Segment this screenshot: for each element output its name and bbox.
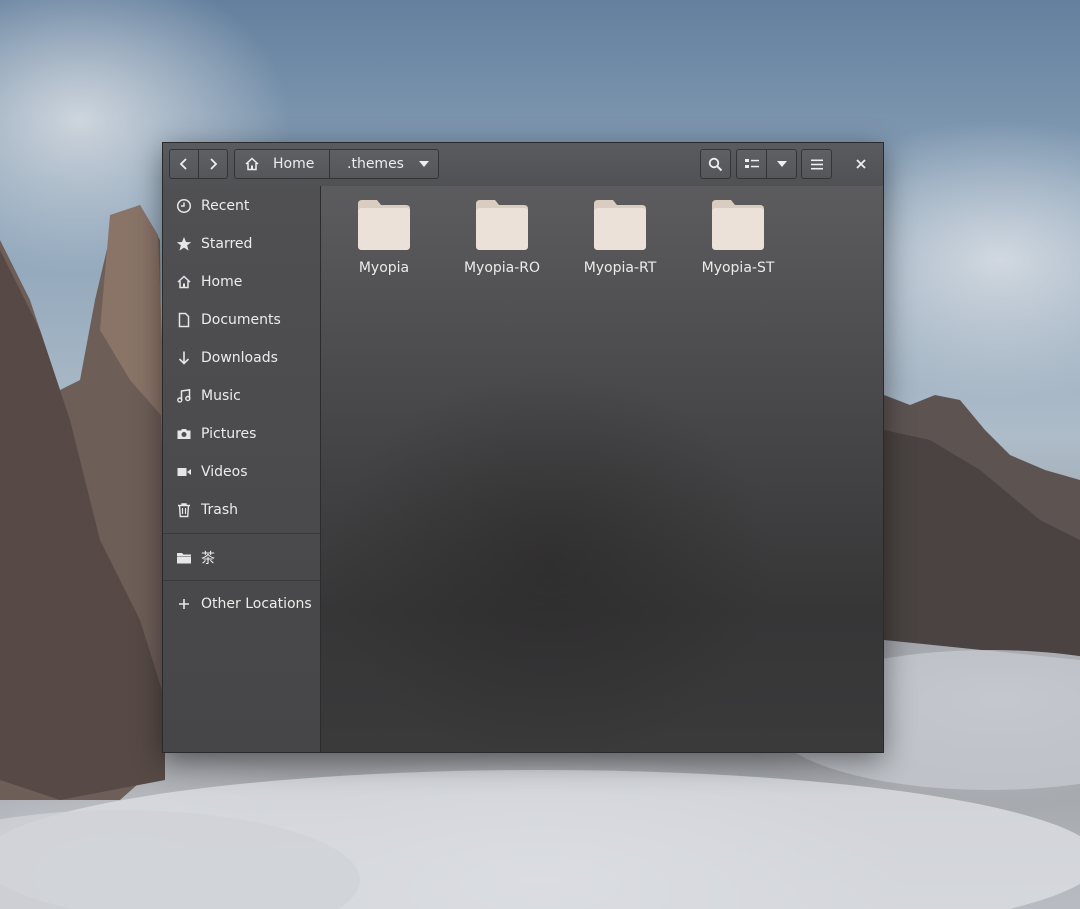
close-button[interactable] — [846, 149, 876, 179]
download-icon — [178, 351, 190, 365]
sidebar-item-label: Other Locations — [201, 596, 312, 612]
menu-button[interactable] — [801, 149, 832, 179]
sidebar-item-trash[interactable]: Trash — [163, 493, 320, 527]
caret-down-icon — [776, 161, 787, 167]
list-view-icon — [744, 159, 759, 168]
sidebar: Recent Starred Home Documents Downloads … — [163, 186, 321, 752]
sidebar-item-label: Pictures — [201, 426, 257, 442]
camera-icon — [177, 429, 191, 439]
back-button[interactable] — [169, 149, 199, 179]
trash-icon — [178, 503, 190, 518]
folder-item[interactable]: Myopia-ST — [683, 198, 793, 278]
hamburger-icon — [810, 159, 823, 169]
search-icon — [708, 157, 723, 171]
forward-button[interactable] — [198, 149, 228, 179]
music-icon — [177, 388, 191, 403]
folder-icon — [712, 200, 764, 250]
file-manager-window: Home .themes Recent Starred Home Documen… — [162, 142, 884, 753]
sidebar-item-starred[interactable]: Starred — [163, 227, 320, 261]
search-button[interactable] — [700, 149, 731, 179]
sidebar-item-label: Music — [201, 388, 241, 404]
folder-icon — [476, 200, 528, 250]
pathbar-home-label: Home — [273, 156, 315, 172]
pathbar-current-button[interactable]: .themes — [329, 149, 439, 179]
folder-item[interactable]: Myopia-RT — [565, 198, 675, 278]
file-view: Myopia Myopia-RO Myopia-RT Myopia-ST — [321, 186, 883, 752]
sidebar-item-other-locations[interactable]: Other Locations — [163, 587, 320, 621]
sidebar-separator — [163, 580, 320, 581]
folder-icon — [594, 200, 646, 250]
folder-name: Myopia-RO — [463, 260, 541, 276]
sidebar-item-music[interactable]: Music — [163, 379, 320, 413]
folder-item[interactable]: Myopia-RO — [447, 198, 557, 278]
sidebar-item-pictures[interactable]: Pictures — [163, 417, 320, 451]
sidebar-item-label: Trash — [201, 502, 238, 518]
sidebar-item-label: Home — [201, 274, 243, 290]
sidebar-item-label: Downloads — [201, 350, 278, 366]
sidebar-separator — [163, 533, 320, 534]
folder-icon — [177, 553, 191, 564]
pathbar-home-button[interactable]: Home — [234, 149, 330, 179]
sidebar-item-label: Recent — [201, 198, 250, 214]
plus-icon — [179, 599, 189, 609]
star-icon — [176, 237, 192, 251]
folder-name: Myopia — [358, 260, 410, 276]
caret-down-icon[interactable] — [418, 161, 429, 167]
folder-item[interactable]: Myopia — [329, 198, 439, 278]
sidebar-item-label: Documents — [201, 312, 281, 328]
sidebar-item-label: Starred — [201, 236, 253, 252]
close-icon — [856, 159, 866, 169]
video-icon — [177, 468, 191, 476]
view-mode-button[interactable] — [736, 149, 767, 179]
sidebar-item-home[interactable]: Home — [163, 265, 320, 299]
sidebar-item-bookmark[interactable]: 茶 — [163, 541, 320, 575]
sidebar-item-recent[interactable]: Recent — [163, 189, 320, 223]
home-icon — [245, 157, 259, 171]
folder-name: Myopia-ST — [701, 260, 775, 276]
view-options-button[interactable] — [766, 149, 797, 179]
pathbar-current-label: .themes — [347, 156, 404, 172]
header-bar: Home .themes — [163, 143, 883, 187]
sidebar-item-documents[interactable]: Documents — [163, 303, 320, 337]
sidebar-item-label: 茶 — [201, 551, 215, 567]
folder-name: Myopia-RT — [583, 260, 657, 276]
sidebar-item-downloads[interactable]: Downloads — [163, 341, 320, 375]
chevron-left-icon — [179, 158, 187, 170]
document-icon — [178, 312, 190, 328]
clock-icon — [176, 198, 192, 214]
folder-icon — [358, 200, 410, 250]
sidebar-item-videos[interactable]: Videos — [163, 455, 320, 489]
sidebar-item-label: Videos — [201, 464, 248, 480]
chevron-right-icon — [210, 158, 218, 170]
home-icon — [177, 275, 191, 289]
